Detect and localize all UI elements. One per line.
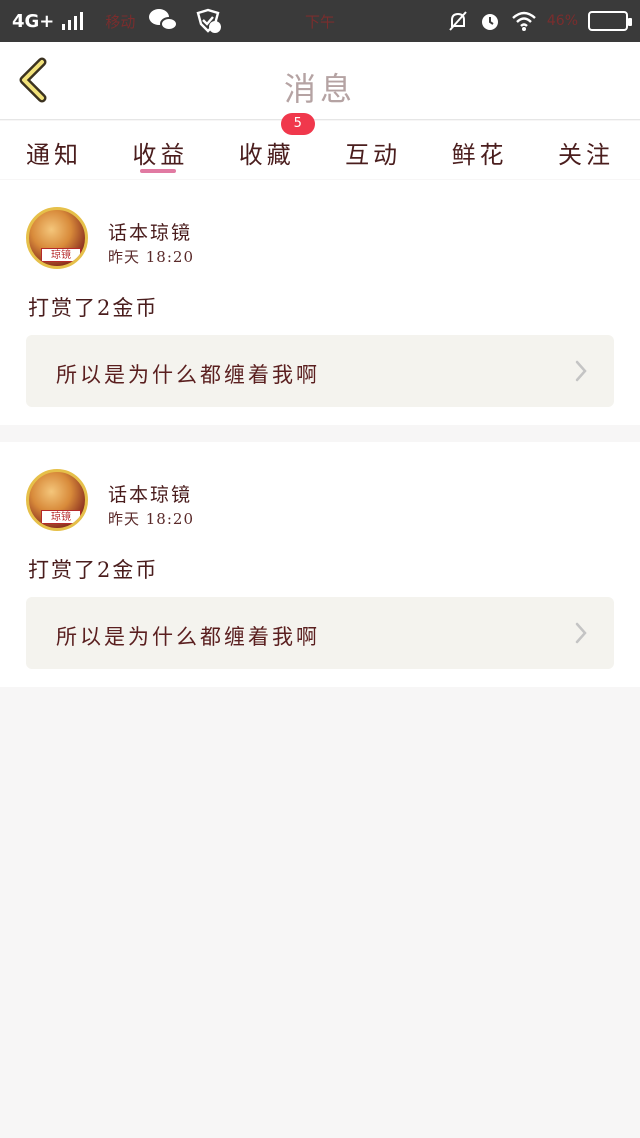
referenced-work-link[interactable]: 所以是为什么都缠着我啊 — [26, 597, 614, 669]
tab-label: 互动 — [345, 141, 402, 169]
referenced-work-title: 所以是为什么都缠着我啊 — [56, 625, 320, 649]
avatar-tag: 琼镜 — [41, 248, 81, 262]
network-type: 4G+ — [12, 10, 55, 32]
message-time: 昨天 18:20 — [108, 510, 194, 528]
message-text: 打赏了2金币 — [28, 296, 159, 320]
avatar-tag: 琼镜 — [41, 510, 81, 524]
signal-icon — [62, 12, 84, 30]
unread-badge: 5 — [280, 113, 315, 135]
message-time: 昨天 18:20 — [108, 248, 194, 266]
avatar[interactable]: 琼镜 — [26, 207, 88, 269]
tab-flowers[interactable]: 鲜花 — [452, 121, 508, 179]
tab-following[interactable]: 关注 — [558, 121, 614, 179]
carrier-label: 移动 — [105, 12, 136, 31]
message-card: 琼镜 话本琼镜 昨天 18:20 打赏了2金币 所以是为什么都缠着我啊 — [0, 180, 640, 425]
referenced-work-link[interactable]: 所以是为什么都缠着我啊 — [26, 335, 614, 407]
tab-bar: 通知 收益 收藏 5 互动 鲜花 关注 — [0, 113, 640, 179]
header: 消息 — [0, 42, 640, 120]
alarm-icon — [481, 14, 498, 30]
tab-label: 关注 — [557, 141, 614, 169]
battery-icon — [588, 11, 632, 31]
tab-label: 鲜花 — [451, 141, 508, 169]
chevron-right-icon — [575, 360, 587, 382]
tab-label: 收益 — [132, 141, 189, 169]
shield-badge-icon — [196, 8, 222, 33]
page-title: 消息 — [283, 70, 356, 108]
tab-label: 通知 — [26, 141, 82, 169]
battery-percent: 46% — [546, 13, 578, 29]
tab-interactions[interactable]: 互动 — [345, 121, 401, 179]
wifi-icon — [512, 11, 536, 31]
message-text: 打赏了2金币 — [28, 558, 159, 582]
sender-name[interactable]: 话本琼镜 — [108, 218, 192, 245]
message-card: 琼镜 话本琼镜 昨天 18:20 打赏了2金币 所以是为什么都缠着我啊 — [0, 442, 640, 687]
message-list: 琼镜 话本琼镜 昨天 18:20 打赏了2金币 所以是为什么都缠着我啊 琼镜 话… — [0, 180, 640, 687]
sender-name[interactable]: 话本琼镜 — [108, 480, 192, 507]
chevron-right-icon — [575, 622, 587, 644]
tab-notifications[interactable]: 通知 — [26, 121, 82, 179]
tab-favorites[interactable]: 收藏 5 — [238, 113, 315, 179]
tab-earnings[interactable]: 收益 — [132, 121, 188, 179]
referenced-work-title: 所以是为什么都缠着我啊 — [56, 363, 320, 387]
mute-bell-icon — [449, 11, 467, 31]
status-bar: 4G+ 移动 下午 46% — [0, 0, 640, 42]
wechat-icon — [149, 9, 179, 33]
avatar[interactable]: 琼镜 — [26, 469, 88, 531]
tab-label: 收藏 — [238, 141, 295, 169]
